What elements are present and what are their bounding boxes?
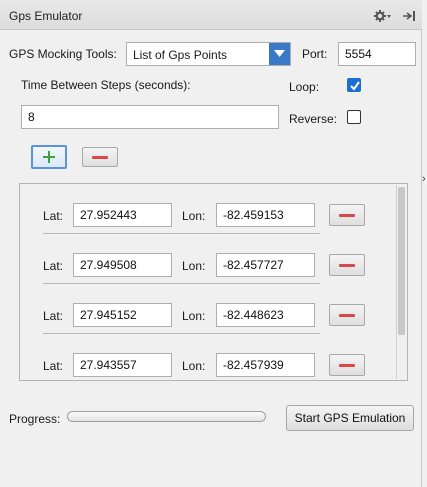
lat-input[interactable]: 27.943557 (73, 353, 172, 377)
list-item: Lat: 27.949508 Lon: -82.457727 (20, 237, 395, 287)
port-label: Port: (302, 47, 328, 61)
mocking-tools-label: GPS Mocking Tools: (9, 47, 117, 61)
gps-emulator-panel: Gps Emulator GPS Mocking Tools: List of … (0, 0, 422, 487)
lat-label: Lat: (43, 259, 64, 273)
remove-row-button[interactable] (329, 304, 365, 326)
reverse-checkbox[interactable] (347, 110, 361, 124)
list-item: Lat: 27.945152 Lon: -82.448623 (20, 287, 395, 337)
loop-checkbox[interactable] (347, 78, 361, 92)
mocking-tools-select[interactable]: List of Gps Points (126, 42, 291, 66)
mocking-tools-value: List of Gps Points (133, 48, 228, 62)
lon-input[interactable]: -82.457727 (216, 253, 315, 277)
lon-label: Lon: (182, 209, 206, 223)
panel-edge-caret: › (422, 173, 426, 185)
row-divider (43, 233, 320, 234)
lon-input[interactable]: -82.459153 (216, 203, 315, 227)
panel-title: Gps Emulator (9, 9, 83, 23)
lon-label: Lon: (182, 259, 206, 273)
points-scrollbar[interactable] (396, 185, 406, 379)
remove-point-button[interactable] (82, 147, 118, 167)
scrollbar-thumb[interactable] (398, 187, 405, 335)
lon-input[interactable]: -82.448623 (216, 303, 315, 327)
chevron-down-icon[interactable] (269, 43, 290, 65)
minus-icon (339, 264, 355, 267)
gear-icon[interactable] (374, 9, 392, 23)
reverse-label: Reverse: (289, 112, 338, 126)
panel-titlebar: Gps Emulator (0, 0, 422, 30)
list-item: Lat: 27.952443 Lon: -82.459153 (20, 187, 395, 237)
progress-label: Progress: (9, 412, 61, 426)
lat-input[interactable]: 27.945152 (73, 303, 172, 327)
minus-icon (92, 156, 108, 159)
lat-label: Lat: (43, 209, 64, 223)
start-gps-emulation-button[interactable]: Start GPS Emulation (286, 405, 414, 431)
row-divider (43, 283, 320, 284)
row-divider (43, 333, 320, 334)
lat-input[interactable]: 27.952443 (73, 203, 172, 227)
port-input[interactable]: 5554 (338, 42, 416, 66)
minus-icon (339, 314, 355, 317)
remove-row-button[interactable] (329, 354, 365, 376)
list-item: Lat: 27.943557 Lon: -82.457939 (20, 337, 395, 380)
lon-label: Lon: (182, 309, 206, 323)
loop-label: Loop: (289, 80, 320, 94)
minus-icon (339, 214, 355, 217)
gps-points-list[interactable]: Lat: 27.952443 Lon: -82.459153 Lat: 27.9… (19, 183, 408, 381)
lat-label: Lat: (43, 359, 64, 373)
lon-label: Lon: (182, 359, 206, 373)
add-point-button[interactable] (31, 145, 67, 169)
lon-input[interactable]: -82.457939 (216, 353, 315, 377)
pin-icon[interactable] (402, 9, 416, 23)
lat-input[interactable]: 27.949508 (73, 253, 172, 277)
time-between-steps-input[interactable]: 8 (21, 105, 279, 129)
lat-label: Lat: (43, 309, 64, 323)
time-between-steps-label: Time Between Steps (seconds): (21, 78, 191, 92)
remove-row-button[interactable] (329, 204, 365, 226)
remove-row-button[interactable] (329, 254, 365, 276)
minus-icon (339, 364, 355, 367)
progress-bar (67, 411, 266, 422)
